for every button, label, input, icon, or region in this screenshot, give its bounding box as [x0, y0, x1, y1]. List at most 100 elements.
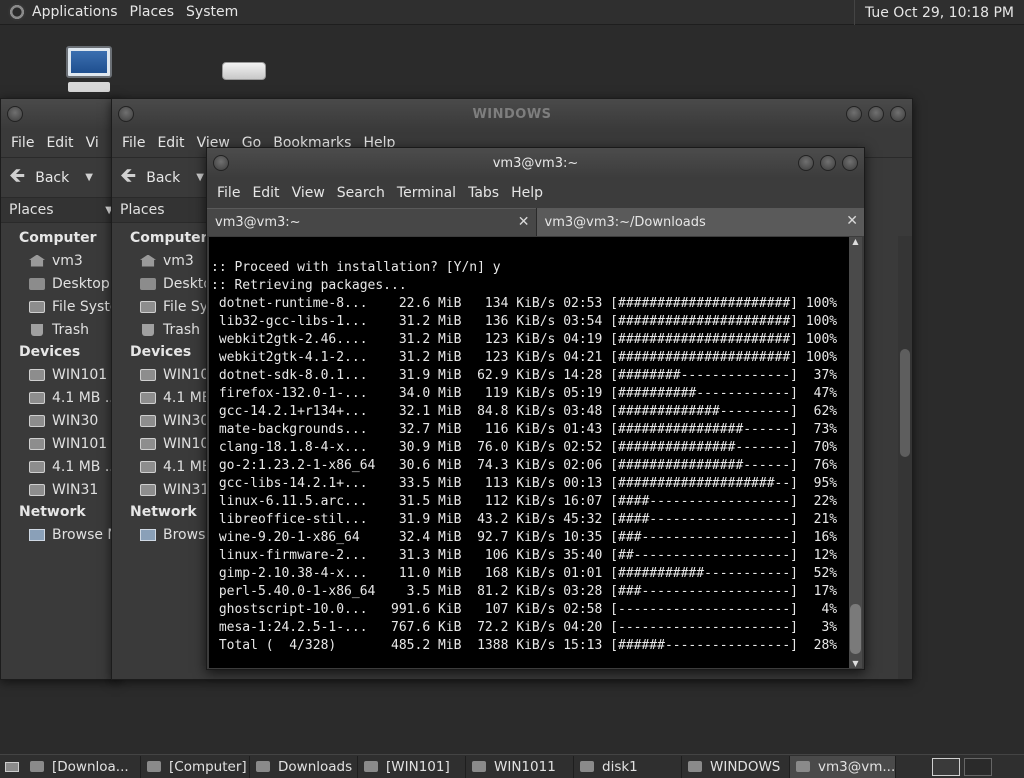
taskbar-item[interactable]: WIN1011	[466, 755, 574, 778]
terminal-output[interactable]: :: Proceed with installation? [Y/n] y:: …	[209, 237, 851, 668]
show-desktop-button[interactable]	[0, 755, 24, 778]
sidebar-item-label: WIN31	[163, 481, 210, 498]
chevron-down-icon[interactable]: ▼	[196, 172, 204, 183]
sidebar-item-trash[interactable]: Trash	[1, 318, 119, 341]
bottom-taskbar: [Downloa... [Computer] Downloads [WIN101…	[0, 754, 1024, 778]
drive-icon	[140, 483, 156, 496]
clock[interactable]: Tue Oct 29, 10:18 PM	[853, 0, 1024, 25]
back-button[interactable]: 🡸 Back ▼	[120, 161, 204, 195]
sidebar-item-desktop[interactable]: Desktop	[1, 272, 119, 295]
window-titlebar[interactable]	[1, 99, 119, 129]
minimize-button[interactable]	[798, 155, 814, 171]
maximize-button[interactable]	[820, 155, 836, 171]
top-menu: Applications Places System	[26, 0, 244, 25]
terminal-line: gcc-libs-14.2.1+... 33.5 MiB 113 KiB/s 0…	[211, 476, 838, 491]
terminal-line: libreoffice-stil... 31.9 MiB 43.2 KiB/s …	[211, 512, 838, 527]
file-menu[interactable]: File	[211, 185, 246, 201]
terminal-line: :: Retrieving packages...	[211, 278, 407, 293]
terminal-scrollbar[interactable]: ▲ ▼	[849, 237, 862, 668]
distro-logo-icon[interactable]	[8, 3, 26, 21]
view-menu[interactable]: Vi	[80, 135, 105, 151]
window-menu-button[interactable]	[118, 106, 134, 122]
sidebar-item-home[interactable]: vm3	[1, 249, 119, 272]
taskbar-item-label: [Downloa...	[52, 758, 129, 775]
taskbar-item[interactable]: disk1	[574, 755, 682, 778]
applications-menu[interactable]: Applications	[26, 4, 124, 20]
drive-icon	[140, 460, 156, 473]
places-label: Places	[9, 202, 54, 218]
taskbar-item[interactable]: [Computer]	[141, 755, 250, 778]
drive-desktop-icon[interactable]	[220, 58, 268, 84]
scroll-down-icon[interactable]: ▼	[849, 659, 862, 668]
chevron-down-icon[interactable]: ▼	[85, 172, 93, 183]
window-titlebar[interactable]: WINDOWS	[112, 99, 912, 129]
search-menu[interactable]: Search	[331, 185, 391, 201]
scrollbar-thumb[interactable]	[900, 349, 910, 457]
close-icon[interactable]: ✕	[518, 214, 530, 230]
edit-menu[interactable]: Edit	[40, 135, 79, 151]
computer-icon	[147, 761, 161, 772]
menubar: File Edit Vi	[1, 129, 119, 157]
terminal-line: Total ( 4/328) 485.2 MiB 1388 KiB/s 15:1…	[211, 638, 838, 653]
sidebar-item-device[interactable]: WIN101	[1, 432, 119, 455]
drive-icon	[29, 483, 45, 496]
terminal-tab-home[interactable]: vm3@vm3:~ ✕	[207, 208, 536, 236]
sidebar-item-device[interactable]: 4.1 MB ...	[1, 386, 119, 409]
back-label: Back	[146, 169, 181, 186]
system-menu[interactable]: System	[180, 4, 244, 20]
maximize-button[interactable]	[868, 106, 884, 122]
workspace-1[interactable]	[932, 758, 960, 776]
sidebar-item-label: WIN30	[163, 412, 210, 429]
help-menu[interactable]: Help	[505, 185, 549, 201]
terminal-line: webkit2gtk-2.46.... 31.2 MiB 123 KiB/s 0…	[211, 332, 838, 347]
taskbar-item[interactable]: WINDOWS	[682, 755, 790, 778]
close-button[interactable]	[890, 106, 906, 122]
sidebar-item-device[interactable]: 4.1 MB ...	[1, 455, 119, 478]
workspace-2[interactable]	[964, 758, 992, 776]
terminal-window[interactable]: vm3@vm3:~ File Edit View Search Terminal…	[206, 147, 865, 670]
view-menu[interactable]: View	[286, 185, 331, 201]
places-label: Places	[120, 202, 165, 218]
sidebar-item-device[interactable]: WIN31	[1, 478, 119, 501]
minimize-button[interactable]	[846, 106, 862, 122]
arrow-left-icon: 🡸	[120, 162, 137, 187]
places-dropdown[interactable]: Places ▼	[1, 197, 119, 223]
home-icon	[29, 254, 45, 267]
sidebar-item-device[interactable]: WIN30	[1, 409, 119, 432]
sidebar-item-device[interactable]: WIN101	[1, 363, 119, 386]
edit-menu[interactable]: Edit	[151, 135, 190, 151]
drive-icon	[364, 761, 378, 772]
tabs-menu[interactable]: Tabs	[462, 185, 505, 201]
file-menu[interactable]: File	[116, 135, 151, 151]
close-button[interactable]	[842, 155, 858, 171]
terminal-line: ghostscript-10.0... 991.6 KiB 107 KiB/s …	[211, 602, 838, 617]
file-menu[interactable]: File	[5, 135, 40, 151]
vertical-scrollbar[interactable]	[898, 236, 912, 679]
back-button[interactable]: 🡸 Back ▼	[9, 161, 93, 195]
scrollbar-thumb[interactable]	[850, 604, 861, 654]
sidebar-item-filesystem[interactable]: File Syster	[1, 295, 119, 318]
sidebar-item-label: Deskto	[163, 275, 212, 292]
taskbar-item[interactable]: [Downloa...	[24, 755, 141, 778]
computer-desktop-icon[interactable]	[62, 44, 114, 96]
places-menu[interactable]: Places	[124, 4, 181, 20]
file-manager-window-back[interactable]: File Edit Vi 🡸 Back ▼ Places ▼ Computer …	[0, 98, 120, 680]
drive-icon	[29, 414, 45, 427]
taskbar-item[interactable]: [WIN101]	[358, 755, 466, 778]
terminal-tab-downloads[interactable]: vm3@vm3:~/Downloads ✕	[535, 208, 864, 236]
window-menu-button[interactable]	[213, 155, 229, 171]
sidebar-item-browse-network[interactable]: Browse Ne	[1, 523, 119, 546]
terminal-line: :: Proceed with installation? [Y/n] y	[211, 260, 501, 275]
desktop-icon	[5, 761, 19, 772]
taskbar-item-label: [Computer]	[169, 758, 247, 775]
terminal-menu[interactable]: Terminal	[391, 185, 462, 201]
terminal-line: gcc-14.2.1+r134+... 32.1 MiB 84.8 KiB/s …	[211, 404, 838, 419]
close-icon[interactable]: ✕	[846, 213, 858, 229]
window-menu-button[interactable]	[7, 106, 23, 122]
taskbar-item[interactable]: Downloads	[250, 755, 358, 778]
taskbar-item-active[interactable]: vm3@vm...	[790, 755, 896, 778]
window-titlebar[interactable]: vm3@vm3:~	[207, 148, 864, 178]
terminal-line: linux-6.11.5.arc... 31.5 MiB 112 KiB/s 1…	[211, 494, 838, 509]
edit-menu[interactable]: Edit	[246, 185, 285, 201]
scroll-up-icon[interactable]: ▲	[849, 237, 862, 246]
